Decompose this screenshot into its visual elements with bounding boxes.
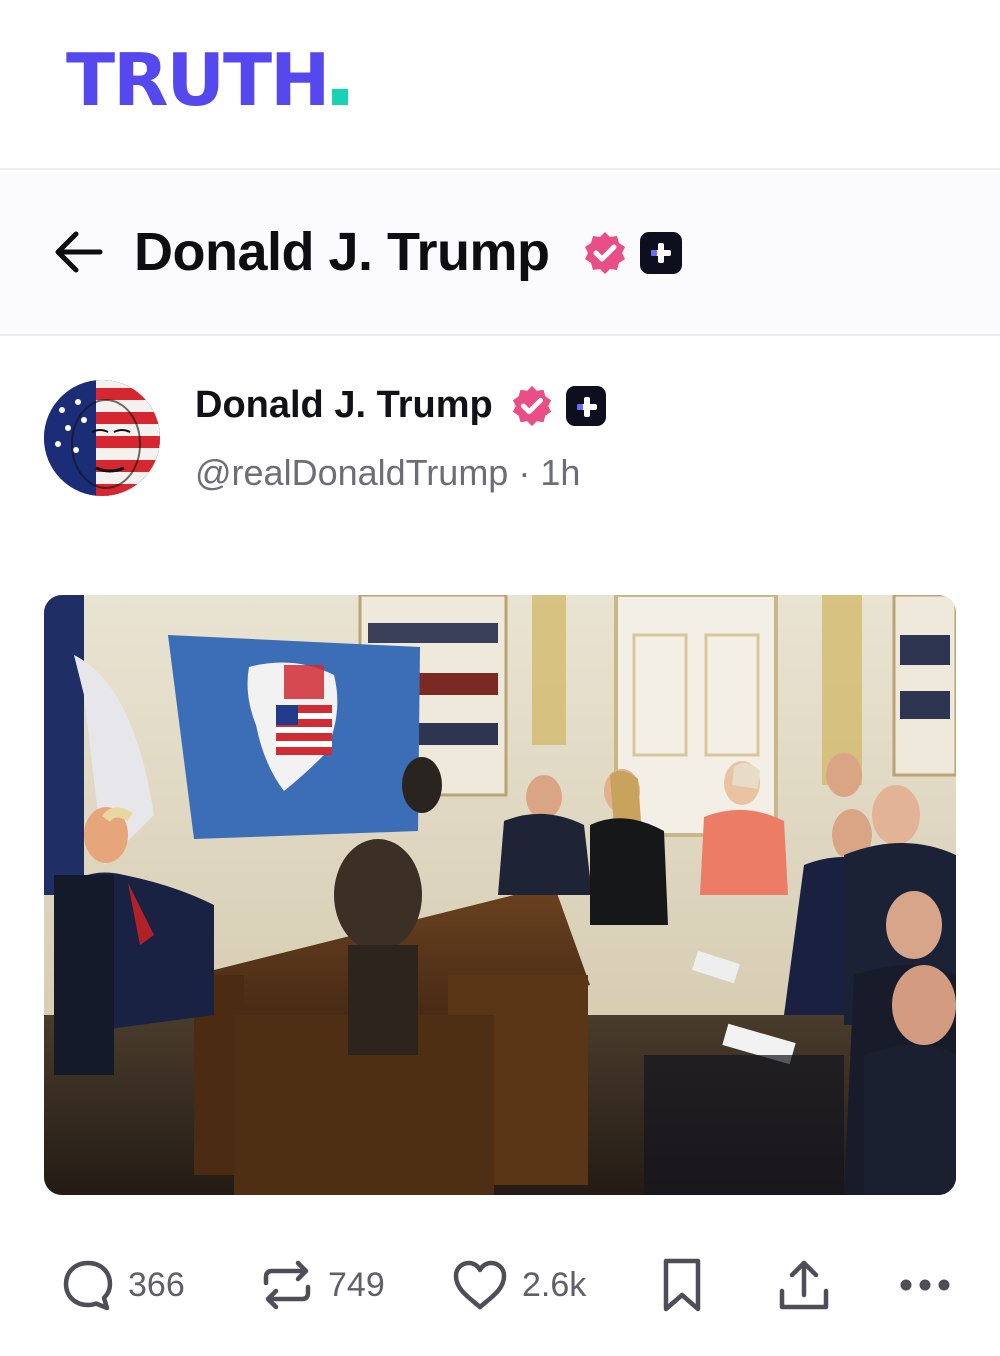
bookmark-button[interactable] xyxy=(656,1250,708,1320)
retruth-button[interactable]: 749 xyxy=(258,1250,385,1320)
retruth-count: 749 xyxy=(328,1266,385,1304)
oval-office-meeting-photo xyxy=(44,595,956,1195)
share-button[interactable] xyxy=(774,1250,834,1320)
avatar[interactable] xyxy=(44,380,160,496)
share-upload-icon xyxy=(779,1260,829,1310)
like-button[interactable]: 2.6k xyxy=(450,1250,586,1320)
heart-icon xyxy=(453,1260,507,1310)
brand-bar: TRUTH xyxy=(0,0,1000,170)
retruth-icon xyxy=(263,1260,311,1310)
author-handle-timestamp: @realDonaldTrump · 1h xyxy=(195,452,581,493)
post-actions: 366 749 2.6k xyxy=(0,1250,1000,1320)
avatar-flag-face-icon xyxy=(44,380,160,496)
logo-text: TRUTH xyxy=(66,38,330,122)
post-image[interactable] xyxy=(44,595,956,1195)
plus-badge-icon xyxy=(566,386,606,426)
plus-badge-icon xyxy=(640,232,682,274)
like-count: 2.6k xyxy=(522,1266,587,1304)
verified-badge-icon xyxy=(512,385,552,427)
reply-button[interactable]: 366 xyxy=(60,1250,185,1320)
author-name[interactable]: Donald J. Trump xyxy=(195,382,493,428)
more-options-button[interactable] xyxy=(898,1250,952,1320)
logo-dot xyxy=(332,89,349,105)
bookmark-icon xyxy=(663,1258,701,1312)
reply-count: 366 xyxy=(128,1266,185,1304)
verified-badge-icon xyxy=(585,232,625,274)
page-title: Donald J. Trump xyxy=(134,222,550,282)
more-horizontal-icon xyxy=(900,1279,950,1291)
arrow-left-icon xyxy=(55,231,103,273)
comment-bubble-icon xyxy=(63,1260,113,1311)
truth-logo[interactable]: TRUTH xyxy=(66,38,349,122)
back-button[interactable] xyxy=(52,230,104,274)
